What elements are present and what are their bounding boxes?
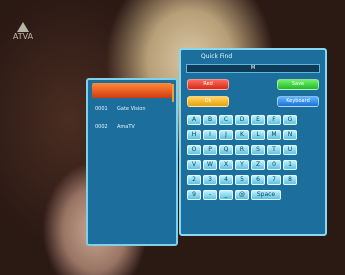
list-item[interactable]: 0001 Gate Vision <box>92 101 172 116</box>
channel-name: AmaTV <box>117 123 135 130</box>
list-item[interactable]: 0002 AmaTV <box>92 119 172 134</box>
key-button[interactable]: E <box>251 115 265 125</box>
key-button[interactable]: Z <box>251 160 265 170</box>
key-button[interactable]: I <box>203 130 217 140</box>
key-button[interactable]: G <box>283 115 297 125</box>
key-button[interactable]: S <box>251 145 265 155</box>
key-button[interactable]: V <box>187 160 201 170</box>
dialog-title: Quick Find <box>201 53 233 60</box>
channel-list-panel: 0001 Gate Vision 0002 AmaTV <box>86 78 178 246</box>
green-button[interactable]: Save <box>277 79 319 90</box>
key-button[interactable]: P <box>203 145 217 155</box>
key-button[interactable]: A <box>187 115 201 125</box>
key-button[interactable]: 0 <box>267 160 281 170</box>
key-button[interactable]: O <box>187 145 201 155</box>
key-button[interactable]: F <box>267 115 281 125</box>
key-button[interactable]: 1 <box>283 160 297 170</box>
key-button[interactable]: - <box>203 190 217 200</box>
search-input[interactable]: M <box>186 64 320 73</box>
broadcast-logo-icon <box>17 22 29 32</box>
key-button[interactable]: R <box>235 145 249 155</box>
channel-number: 0001 <box>95 105 108 112</box>
key-button[interactable]: W <box>203 160 217 170</box>
red-button[interactable]: Red <box>187 79 229 90</box>
key-button[interactable]: @ <box>235 190 249 200</box>
key-button[interactable]: M <box>267 130 281 140</box>
key-button[interactable]: 6 <box>251 175 265 185</box>
key-button[interactable]: 4 <box>219 175 233 185</box>
list-scrollbar[interactable] <box>172 84 174 102</box>
key-button[interactable]: C <box>219 115 233 125</box>
space-key-button[interactable]: Space <box>251 190 281 200</box>
key-button[interactable]: K <box>235 130 249 140</box>
quick-find-dialog: Quick Find M Red Save Ok Keyboard A B C … <box>179 48 327 236</box>
yellow-button[interactable]: Ok <box>187 96 229 107</box>
key-button[interactable]: Q <box>219 145 233 155</box>
key-button[interactable]: 3 <box>203 175 217 185</box>
channel-number: 0002 <box>95 123 108 130</box>
key-button[interactable]: H <box>187 130 201 140</box>
key-button[interactable]: N <box>283 130 297 140</box>
key-button[interactable]: Y <box>235 160 249 170</box>
key-button[interactable]: B <box>203 115 217 125</box>
key-button[interactable]: D <box>235 115 249 125</box>
key-button[interactable]: L <box>251 130 265 140</box>
key-button[interactable]: X <box>219 160 233 170</box>
key-button[interactable]: 2 <box>187 175 201 185</box>
key-button[interactable]: 9 <box>187 190 201 200</box>
key-button[interactable]: U <box>283 145 297 155</box>
channel-name: Gate Vision <box>117 105 146 112</box>
channel-logo-text: ATVA <box>12 32 34 41</box>
key-button[interactable]: T <box>267 145 281 155</box>
key-button[interactable]: 5 <box>235 175 249 185</box>
on-screen-keyboard: A B C D E F G H I J K L M N O P Q R S T … <box>187 115 320 200</box>
key-button[interactable]: 8 <box>283 175 297 185</box>
blue-button[interactable]: Keyboard <box>277 96 319 107</box>
key-button[interactable]: J <box>219 130 233 140</box>
channel-logo: ATVA <box>12 22 34 48</box>
key-button[interactable]: _ <box>219 190 233 200</box>
list-item[interactable] <box>92 83 172 98</box>
key-button[interactable]: 7 <box>267 175 281 185</box>
